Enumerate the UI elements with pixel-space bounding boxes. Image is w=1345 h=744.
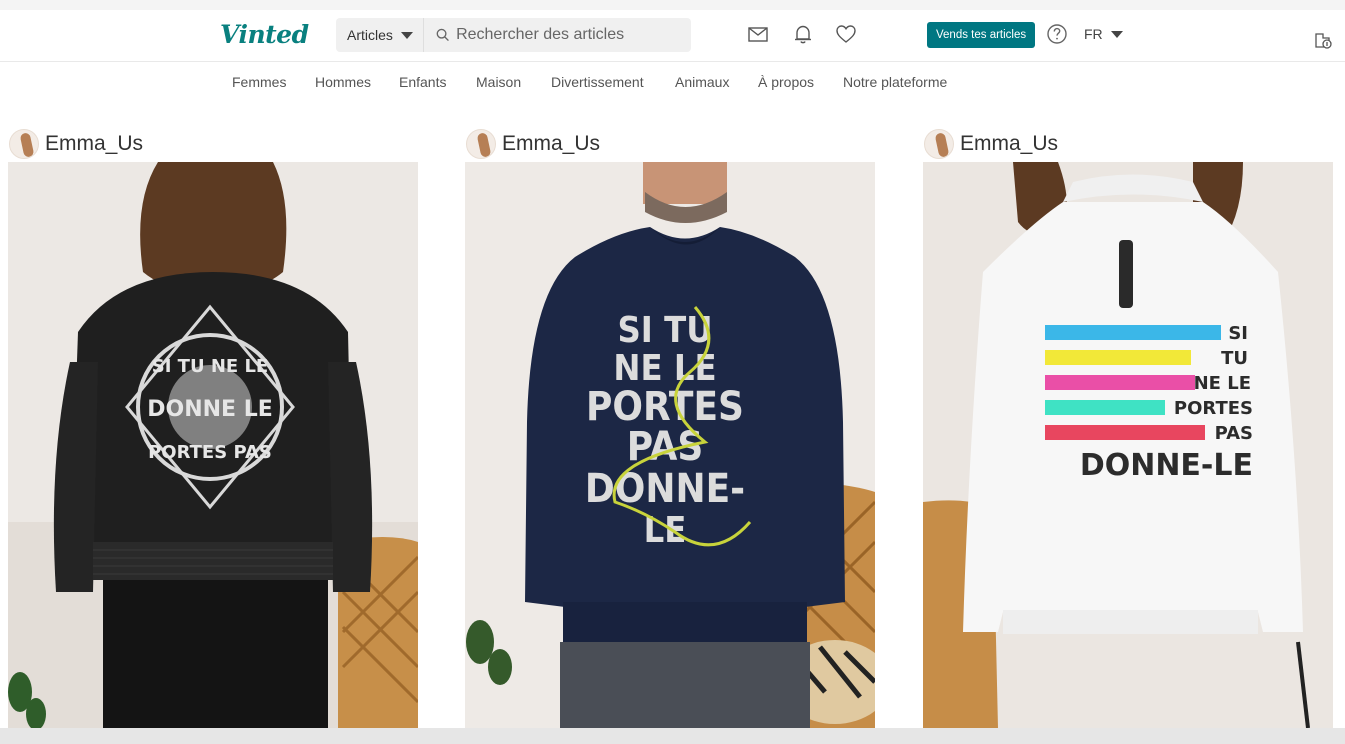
language-label: FR — [1084, 26, 1103, 42]
category-select-label: Articles — [347, 27, 393, 43]
search-bar: Articles — [336, 18, 691, 52]
item-card[interactable]: Emma_Us SI TU NE LE DONNE LE PORTES PAS — [8, 126, 420, 733]
seller-info[interactable]: Emma_Us — [8, 126, 418, 162]
avatar[interactable] — [466, 129, 496, 159]
print-text: PAS — [1215, 423, 1253, 444]
language-selector[interactable]: FR — [1084, 26, 1123, 42]
nav-item-enfants[interactable]: Enfants — [399, 74, 446, 90]
heart-icon[interactable] — [835, 23, 857, 45]
print-text: DONNE LE — [147, 397, 273, 422]
seller-name[interactable]: Emma_Us — [45, 132, 143, 156]
print-text: NE LE — [1194, 373, 1251, 394]
print-text: DONNE-LE — [1080, 448, 1253, 483]
print-text: TU — [1221, 348, 1248, 369]
seller-name[interactable]: Emma_Us — [502, 132, 600, 156]
nav-item-notre-plateforme[interactable]: Notre plateforme — [843, 74, 947, 90]
nav-item-a-propos[interactable]: À propos — [758, 74, 814, 90]
search-icon — [436, 28, 450, 42]
avatar[interactable] — [924, 129, 954, 159]
chevron-down-icon — [1110, 30, 1123, 38]
item-photo-leather-jacket[interactable]: SI TU NE LE DONNE LE PORTES PAS — [8, 162, 420, 730]
print-text: SI TU NE LE — [152, 356, 268, 377]
nav-item-maison[interactable]: Maison — [476, 74, 521, 90]
category-select[interactable]: Articles — [336, 18, 425, 52]
item-card[interactable]: Emma_Us SI TU NE LE PORTES PAS DONNE- LE — [465, 126, 890, 733]
top-bar: Vinted Articles Vends tes articles FR — [0, 0, 1345, 62]
mail-icon[interactable] — [747, 23, 769, 45]
category-nav: Femmes Hommes Enfants Maison Divertissem… — [0, 62, 1345, 102]
seller-info[interactable]: Emma_Us — [923, 126, 1333, 162]
avatar[interactable] — [9, 129, 39, 159]
print-text: DONNE- — [585, 466, 745, 512]
help-icon[interactable] — [1046, 23, 1068, 45]
extension-icon[interactable] — [1313, 30, 1333, 50]
print-text: SI — [1228, 323, 1248, 344]
chevron-down-icon — [400, 31, 413, 39]
seller-info[interactable]: Emma_Us — [465, 126, 875, 162]
print-text: NE LE — [613, 348, 716, 389]
print-text: PORTES PAS — [148, 442, 272, 463]
bell-icon[interactable] — [792, 23, 814, 45]
sell-items-button[interactable]: Vends tes articles — [927, 22, 1036, 48]
print-text: PORTES — [1174, 398, 1253, 419]
print-text: SI TU — [617, 310, 712, 351]
nav-item-animaux[interactable]: Animaux — [675, 74, 729, 90]
item-card[interactable]: Emma_Us SI TU NE LE PORTES PAS DONNE-LE — [923, 126, 1333, 733]
nav-item-divertissement[interactable]: Divertissement — [551, 74, 644, 90]
bottom-divider — [0, 728, 1345, 744]
nav-item-femmes[interactable]: Femmes — [232, 74, 286, 90]
seller-name[interactable]: Emma_Us — [960, 132, 1058, 156]
nav-item-hommes[interactable]: Hommes — [315, 74, 371, 90]
search-input[interactable] — [456, 26, 691, 44]
item-photo-white-windbreaker[interactable]: SI TU NE LE PORTES PAS DONNE-LE — [923, 162, 1333, 729]
item-photo-navy-sweater[interactable]: SI TU NE LE PORTES PAS DONNE- LE — [465, 162, 890, 728]
vinted-logo[interactable]: Vinted — [220, 20, 309, 49]
